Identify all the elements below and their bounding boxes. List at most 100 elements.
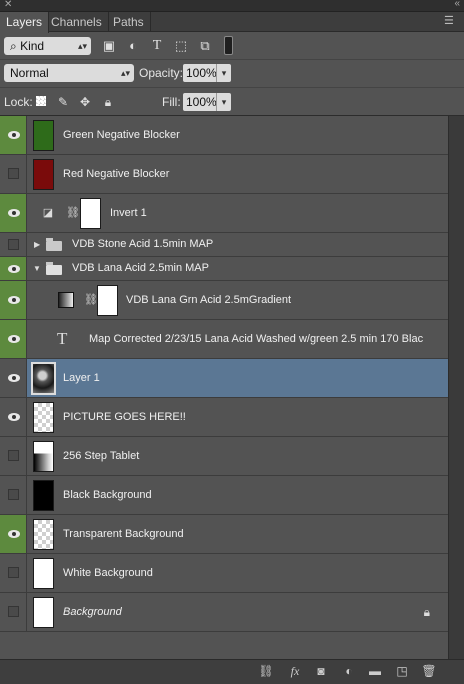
opacity-dropdown-icon[interactable]: ▾ xyxy=(216,64,231,82)
lock-transparency-icon[interactable] xyxy=(36,96,46,106)
collapse-panel-icon[interactable]: « xyxy=(454,0,459,9)
shape-filter-icon[interactable]: ⬚ xyxy=(173,38,189,54)
transparent-thumbnail xyxy=(33,519,54,550)
chevron-updown-icon: ▴▾ xyxy=(120,68,130,78)
panel-titlebar: ✕ « xyxy=(0,0,464,12)
layer-thumbnail xyxy=(33,597,54,628)
lock-icon: 🔒︎ xyxy=(423,605,430,619)
search-icon: ⌕ xyxy=(10,39,21,53)
hidden-box-icon xyxy=(8,239,19,250)
new-adjustment-icon[interactable]: ◐ xyxy=(341,663,357,679)
visibility-toggle[interactable] xyxy=(0,554,27,592)
trash-icon[interactable]: 🗑︎ xyxy=(421,663,437,679)
visibility-toggle[interactable] xyxy=(0,437,27,475)
link-layers-icon[interactable]: ⛓ xyxy=(258,663,274,679)
lock-row: Lock: ✎ ✥ 🔒︎ Fill: 100% ▾ xyxy=(0,88,464,116)
layer-row-selected[interactable]: Layer 1 xyxy=(0,359,448,398)
hidden-box-icon xyxy=(8,567,19,578)
layer-mask-thumbnail xyxy=(97,285,118,316)
fx-icon[interactable]: fx xyxy=(287,663,303,679)
layer-name: VDB Lana Grn Acid 2.5mGradient xyxy=(126,294,292,306)
layers-list: Green Negative Blocker Red Negative Bloc… xyxy=(0,116,448,659)
layer-row[interactable]: Transparent Background xyxy=(0,515,448,554)
layer-name: VDB Lana Acid 2.5min MAP xyxy=(72,262,209,274)
visibility-toggle[interactable] xyxy=(0,257,27,280)
filter-row: ⌕ Kind ▴▾ ▣ ◐ T ⬚ ⧉ xyxy=(0,32,464,60)
chevron-updown-icon: ▴▾ xyxy=(77,41,87,51)
step-tablet-thumbnail xyxy=(33,441,54,472)
collapse-arrow-icon[interactable]: ▼ xyxy=(33,264,41,273)
visibility-toggle[interactable] xyxy=(0,593,27,631)
eye-icon xyxy=(8,296,20,304)
visibility-toggle[interactable] xyxy=(0,233,27,256)
layer-row[interactable]: Black Background xyxy=(0,476,448,515)
eye-icon xyxy=(8,413,20,421)
eye-icon xyxy=(8,374,20,382)
fill-label: Fill: xyxy=(162,95,181,109)
lock-position-icon[interactable]: ✥ xyxy=(78,95,92,109)
layer-mask-thumbnail xyxy=(80,198,101,229)
tab-paths[interactable]: Paths xyxy=(107,12,151,32)
panel-footer: ⛓ fx ◙ ◐ ▬ ◳ 🗑︎ xyxy=(0,659,464,684)
layer-group-row[interactable]: ▼ VDB Lana Acid 2.5min MAP xyxy=(0,257,448,281)
layers-scrollbar[interactable] xyxy=(448,116,464,659)
layer-row[interactable]: ◪ ⛓ Invert 1 xyxy=(0,194,448,233)
invert-adjustment-icon: ◪ xyxy=(42,207,54,219)
eye-icon xyxy=(8,209,20,217)
pixel-filter-icon[interactable]: ▣ xyxy=(101,38,117,54)
layer-name: Transparent Background xyxy=(63,528,184,540)
filter-toggle-switch[interactable] xyxy=(224,36,233,55)
lock-label: Lock: xyxy=(4,95,33,109)
fill-input[interactable]: 100% xyxy=(183,93,217,111)
layer-row[interactable]: Green Negative Blocker xyxy=(0,116,448,155)
visibility-toggle[interactable] xyxy=(0,116,27,154)
layer-name: Map Corrected 2/23/15 Lana Acid Washed w… xyxy=(89,333,424,345)
panel-menu-icon[interactable]: ☰ xyxy=(444,15,458,27)
new-group-icon[interactable]: ▬ xyxy=(367,663,383,679)
visibility-toggle[interactable] xyxy=(0,155,27,193)
layer-row[interactable]: ⛓ VDB Lana Grn Acid 2.5mGradient xyxy=(0,281,448,320)
adjustment-filter-icon[interactable]: ◐ xyxy=(125,38,141,54)
filter-kind-select[interactable]: ⌕ Kind ▴▾ xyxy=(4,37,91,55)
visibility-toggle[interactable] xyxy=(0,281,27,319)
lock-all-icon[interactable]: 🔒︎ xyxy=(101,95,115,109)
new-layer-icon[interactable]: ◳ xyxy=(394,663,410,679)
layer-row[interactable]: Background 🔒︎ xyxy=(0,593,448,632)
tab-channels[interactable]: Channels xyxy=(45,12,109,32)
layer-name: Layer 1 xyxy=(63,372,100,384)
layer-name: PICTURE GOES HERE!! xyxy=(63,411,186,423)
add-mask-icon[interactable]: ◙ xyxy=(313,663,329,679)
transparent-thumbnail xyxy=(33,402,54,433)
chain-link-icon: ⛓ xyxy=(66,207,80,219)
layer-row[interactable]: PICTURE GOES HERE!! xyxy=(0,398,448,437)
layer-name: White Background xyxy=(63,567,153,579)
tab-layers[interactable]: Layers xyxy=(0,12,50,33)
type-filter-icon[interactable]: T xyxy=(149,38,165,54)
layer-row[interactable]: White Background xyxy=(0,554,448,593)
opacity-input[interactable]: 100% xyxy=(183,64,217,82)
visibility-toggle[interactable] xyxy=(0,359,27,397)
layer-thumbnail xyxy=(33,558,54,589)
lock-image-icon[interactable]: ✎ xyxy=(56,95,70,109)
close-panel-icon[interactable]: ✕ xyxy=(4,0,12,10)
eye-icon xyxy=(8,265,20,273)
layer-thumbnail xyxy=(33,159,54,190)
visibility-toggle[interactable] xyxy=(0,320,27,358)
eye-icon xyxy=(8,530,20,538)
open-folder-icon xyxy=(46,262,62,275)
chain-link-icon: ⛓ xyxy=(84,294,98,306)
eye-icon xyxy=(8,335,20,343)
layer-name: Black Background xyxy=(63,489,152,501)
layer-row[interactable]: Red Negative Blocker xyxy=(0,155,448,194)
visibility-toggle[interactable] xyxy=(0,515,27,553)
layer-group-row[interactable]: ▶ VDB Stone Acid 1.5min MAP xyxy=(0,233,448,257)
blend-mode-select[interactable]: Normal ▴▾ xyxy=(4,64,134,82)
visibility-toggle[interactable] xyxy=(0,398,27,436)
fill-dropdown-icon[interactable]: ▾ xyxy=(216,93,231,111)
expand-arrow-icon[interactable]: ▶ xyxy=(34,240,40,249)
visibility-toggle[interactable] xyxy=(0,476,27,514)
smart-object-filter-icon[interactable]: ⧉ xyxy=(197,38,213,54)
layer-row[interactable]: T Map Corrected 2/23/15 Lana Acid Washed… xyxy=(0,320,448,359)
layer-row[interactable]: 256 Step Tablet xyxy=(0,437,448,476)
visibility-toggle[interactable] xyxy=(0,194,27,232)
